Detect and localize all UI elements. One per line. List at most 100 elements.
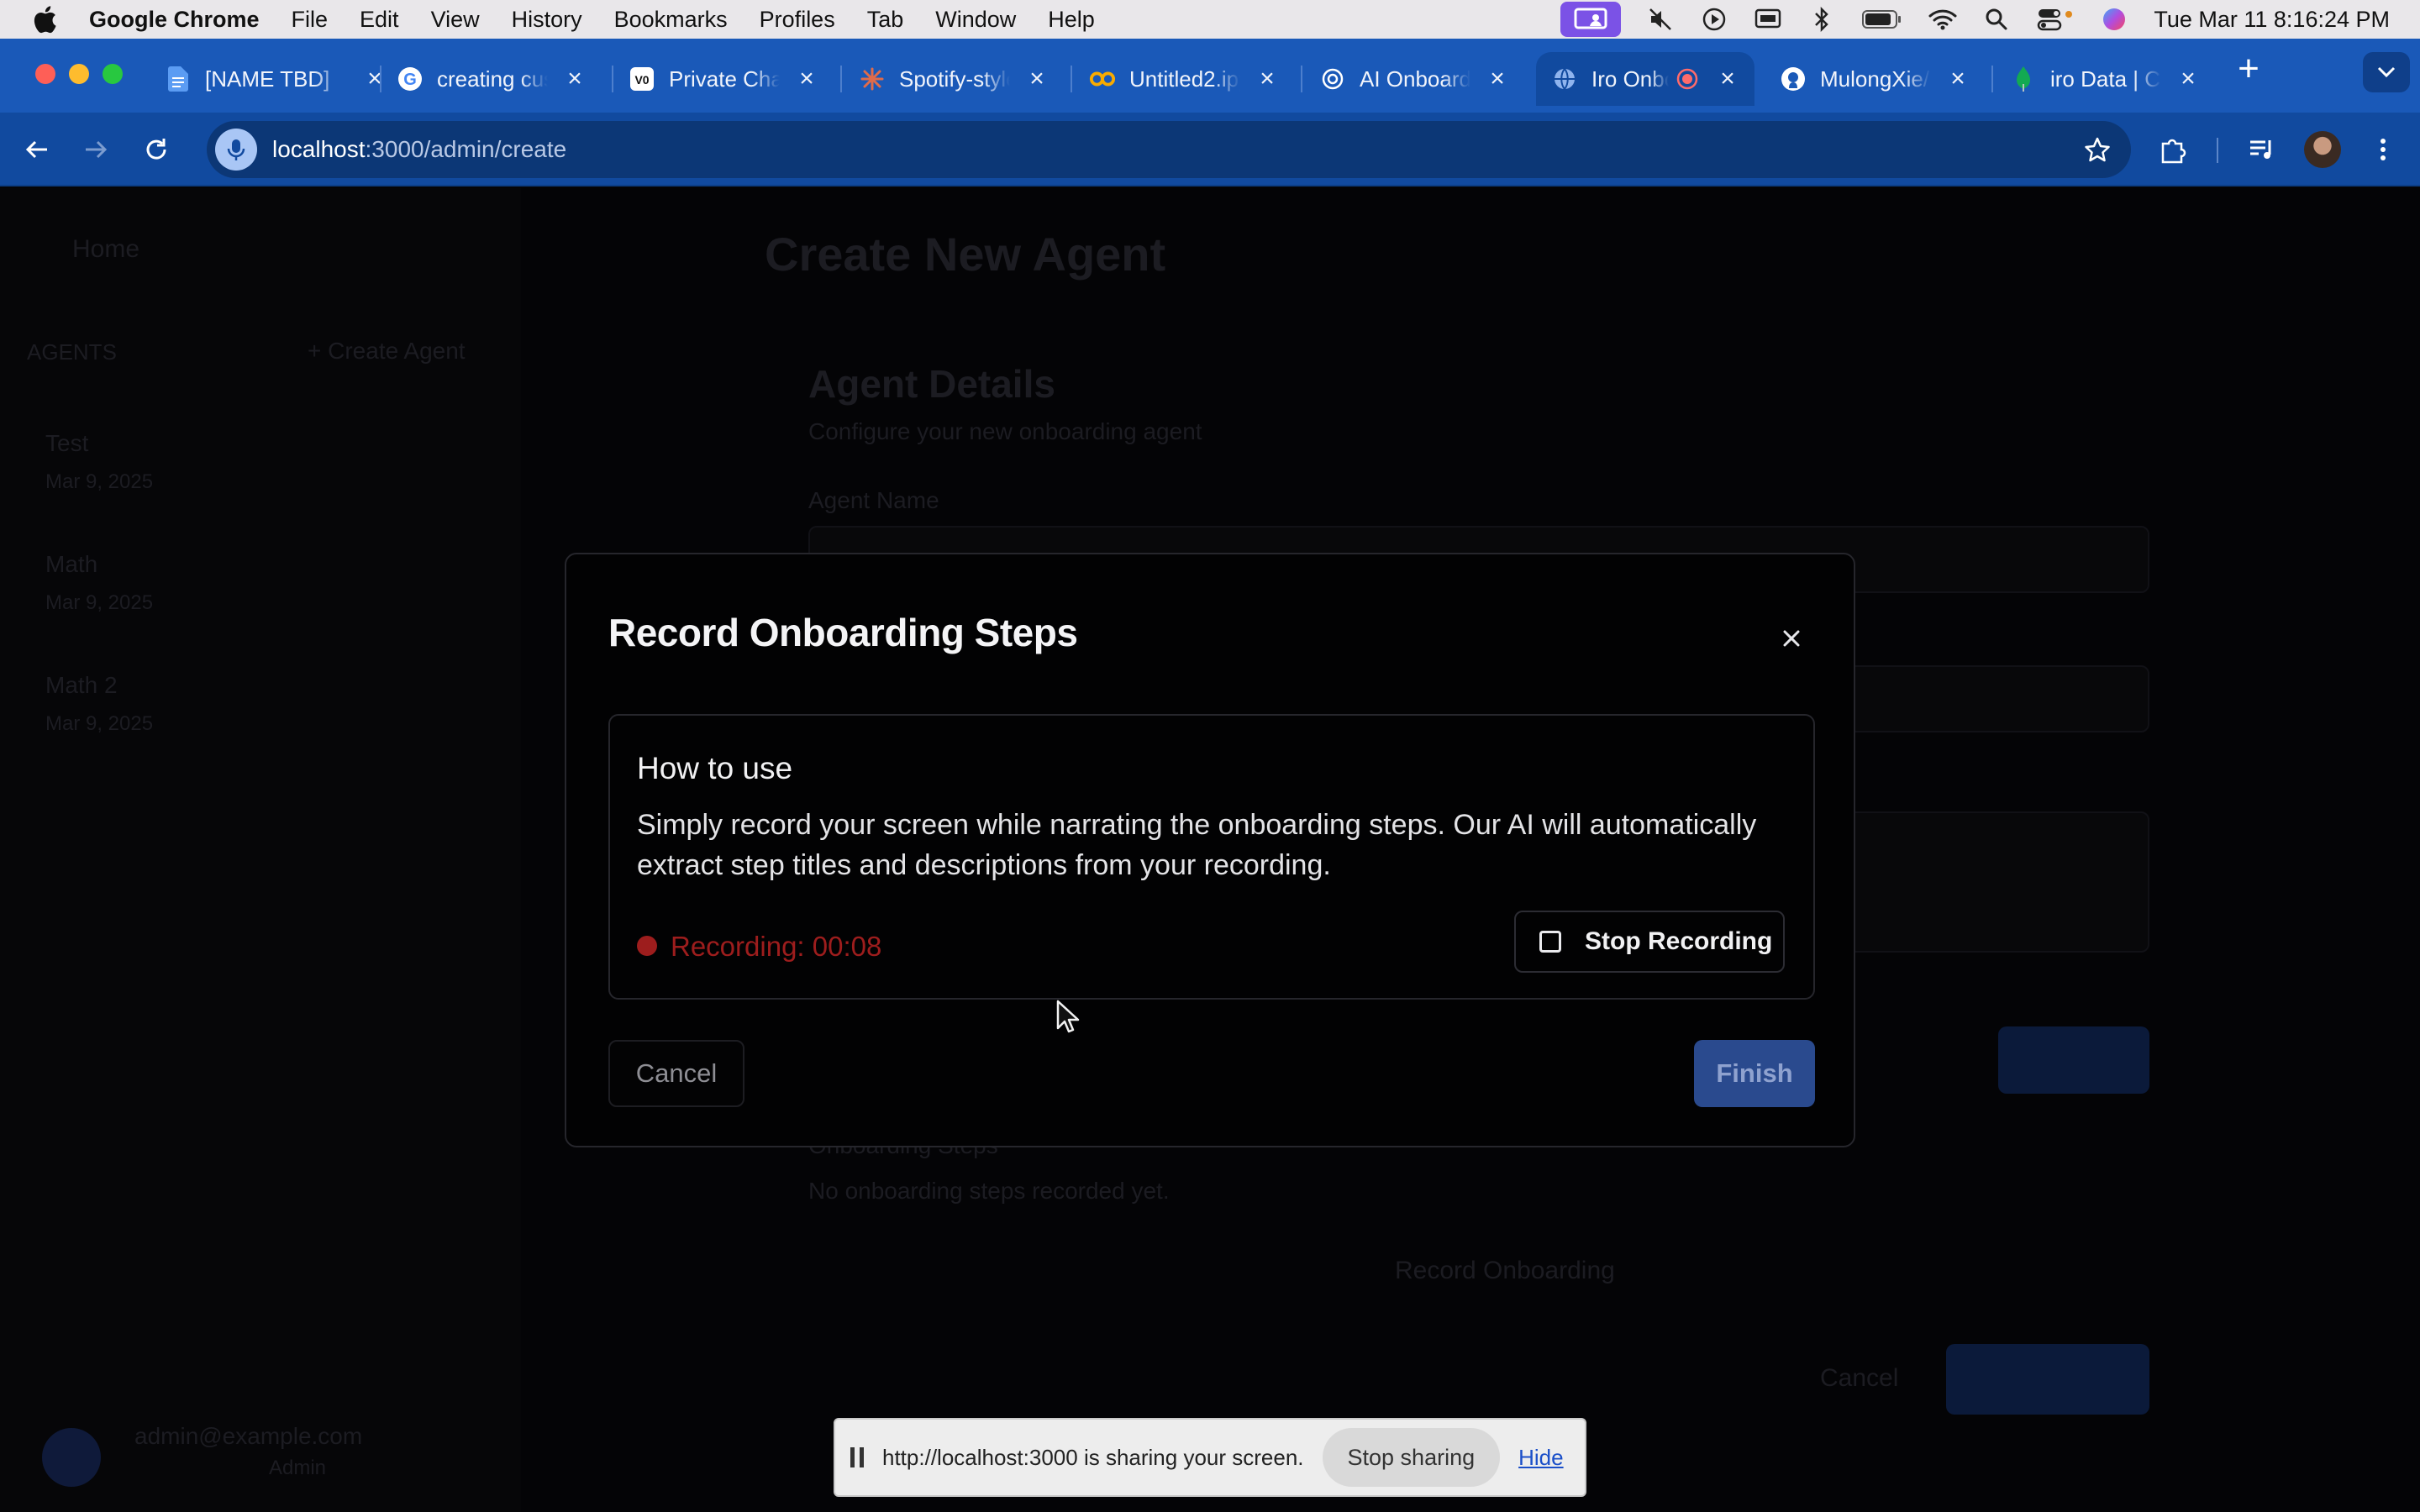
- window-close-button[interactable]: [35, 64, 55, 84]
- tab-title: Spotify-style: [899, 66, 1010, 92]
- browser-tab-active[interactable]: Iro Onboarding ×: [1536, 52, 1754, 106]
- menu-file[interactable]: File: [292, 7, 329, 33]
- user-avatar[interactable]: [42, 1428, 101, 1487]
- tab-search-button[interactable]: [2363, 52, 2410, 92]
- user-email: admin@example.com: [134, 1423, 363, 1449]
- microphone-icon[interactable]: [215, 129, 257, 171]
- browser-tab[interactable]: V0 Private Chat ×: [629, 52, 818, 106]
- sidebar-agent-date: Mar 9, 2025: [45, 591, 154, 614]
- tab-close-icon[interactable]: ×: [795, 65, 818, 92]
- browser-tab[interactable]: MulongXie/UIED ×: [1780, 52, 1970, 106]
- sidebar-agent-date: Mar 9, 2025: [45, 712, 154, 735]
- address-bar[interactable]: localhost:3000/admin/create: [207, 121, 2131, 178]
- colab-icon: [1089, 66, 1116, 92]
- steps-empty-text: No onboarding steps recorded yet.: [808, 1178, 1170, 1204]
- screen-sharing-bar: http://localhost:3000 is sharing your sc…: [834, 1418, 1586, 1497]
- tab-separator: [380, 66, 381, 92]
- tab-title: creating custom: [437, 66, 548, 92]
- vercel-icon: V0: [629, 66, 655, 92]
- mouse-cursor-icon: [1056, 1000, 1080, 1033]
- user-role: Admin: [269, 1457, 327, 1479]
- sidebar-section-title: AGENTS: [27, 339, 117, 365]
- display-icon[interactable]: [1754, 5, 1782, 34]
- menubar-clock[interactable]: Tue Mar 11 8:16:24 PM: [2154, 7, 2390, 33]
- add-button[interactable]: [1998, 1026, 2149, 1094]
- tab-title: AI Onboarding: [1360, 66, 1470, 92]
- how-to-use-panel: How to use Simply record your screen whi…: [608, 714, 1815, 1000]
- menu-edit[interactable]: Edit: [360, 7, 399, 33]
- github-icon: [1780, 66, 1807, 92]
- reload-icon[interactable]: [138, 131, 175, 168]
- tab-close-icon[interactable]: ×: [1486, 65, 1509, 92]
- battery-icon[interactable]: [1861, 5, 1903, 34]
- sidebar-create-agent[interactable]: + Create Agent: [308, 338, 466, 365]
- tab-title: MulongXie/UIED: [1820, 66, 1931, 92]
- sidebar-agent-name[interactable]: Test: [45, 430, 88, 457]
- tab-close-icon[interactable]: ×: [1716, 65, 1739, 92]
- card-title: Agent Details: [808, 362, 1055, 406]
- menu-tab[interactable]: Tab: [867, 7, 904, 33]
- control-center-icon[interactable]: [2036, 5, 2075, 34]
- sidebar-agent-name[interactable]: Math 2: [45, 672, 118, 699]
- tab-recording-icon: [1674, 66, 1701, 92]
- footer-cancel-button[interactable]: Cancel: [1820, 1364, 1898, 1393]
- page-title: Create New Agent: [765, 228, 1166, 281]
- url-host: localhost: [272, 136, 366, 162]
- mute-icon[interactable]: [1646, 5, 1675, 34]
- back-icon[interactable]: [18, 131, 55, 168]
- tab-close-icon[interactable]: ×: [1025, 65, 1049, 92]
- menu-bookmarks[interactable]: Bookmarks: [614, 7, 728, 33]
- tab-close-icon[interactable]: ×: [1946, 65, 1970, 92]
- sidebar-home[interactable]: Home: [72, 235, 139, 264]
- menu-window[interactable]: Window: [935, 7, 1016, 33]
- menu-help[interactable]: Help: [1048, 7, 1095, 33]
- browser-tab[interactable]: AI Onboarding ×: [1319, 52, 1509, 106]
- browser-tab[interactable]: Spotify-style ×: [859, 52, 1049, 106]
- media-controls-icon[interactable]: [2244, 131, 2281, 168]
- finish-button[interactable]: Finish: [1694, 1040, 1815, 1107]
- menu-profiles[interactable]: Profiles: [760, 7, 835, 33]
- apple-menu-icon[interactable]: [32, 5, 66, 34]
- record-steps-modal: Record Onboarding Steps How to use Simpl…: [565, 553, 1855, 1147]
- chrome-toolbar: localhost:3000/admin/create: [0, 113, 2420, 186]
- browser-tab[interactable]: [NAME TBD] ×: [165, 52, 387, 106]
- hide-link[interactable]: Hide: [1518, 1445, 1563, 1471]
- menu-history[interactable]: History: [512, 7, 582, 33]
- tab-title: Private Chat: [669, 66, 780, 92]
- tab-close-icon[interactable]: ×: [1255, 65, 1279, 92]
- cancel-button[interactable]: Cancel: [608, 1040, 744, 1107]
- wifi-icon[interactable]: [1928, 5, 1957, 34]
- forward-icon[interactable]: [77, 131, 114, 168]
- menu-view[interactable]: View: [431, 7, 480, 33]
- tab-close-icon[interactable]: ×: [363, 65, 387, 92]
- bookmark-star-icon[interactable]: [2082, 134, 2112, 165]
- record-onboarding-button[interactable]: Record Onboarding: [1395, 1257, 1615, 1285]
- tab-close-icon[interactable]: ×: [2176, 65, 2200, 92]
- panel-heading: How to use: [637, 751, 793, 785]
- stop-sharing-button[interactable]: Stop sharing: [1322, 1428, 1501, 1487]
- siri-icon[interactable]: [2100, 5, 2128, 34]
- play-icon[interactable]: [1700, 5, 1728, 34]
- browser-tab[interactable]: Untitled2.ipynb ×: [1089, 52, 1279, 106]
- browser-tab[interactable]: G creating custom ×: [397, 52, 587, 106]
- create-agent-button[interactable]: [1946, 1344, 2149, 1415]
- close-icon[interactable]: [1776, 623, 1807, 654]
- bluetooth-icon[interactable]: [1807, 5, 1836, 34]
- chrome-menu-icon[interactable]: [2365, 131, 2402, 168]
- spotlight-icon[interactable]: [1982, 5, 2011, 34]
- app-menu[interactable]: Google Chrome: [89, 7, 260, 33]
- extensions-icon[interactable]: [2154, 131, 2191, 168]
- browser-tab[interactable]: iro Data | Cluster ×: [2010, 52, 2200, 106]
- window-minimize-button[interactable]: [69, 64, 89, 84]
- url-path: :3000/admin/create: [365, 136, 567, 162]
- drag-handle-icon[interactable]: [850, 1447, 864, 1467]
- window-zoom-button[interactable]: [103, 64, 123, 84]
- profile-avatar[interactable]: [2304, 131, 2341, 168]
- screen-share-icon[interactable]: [1560, 2, 1622, 37]
- sidebar-agent-name[interactable]: Math: [45, 551, 97, 578]
- new-tab-button[interactable]: +: [2232, 48, 2265, 89]
- tab-close-icon[interactable]: ×: [563, 65, 587, 92]
- stop-recording-button[interactable]: Stop Recording: [1514, 911, 1785, 973]
- svg-text:G: G: [403, 71, 417, 89]
- mongodb-icon: [2010, 66, 2037, 92]
